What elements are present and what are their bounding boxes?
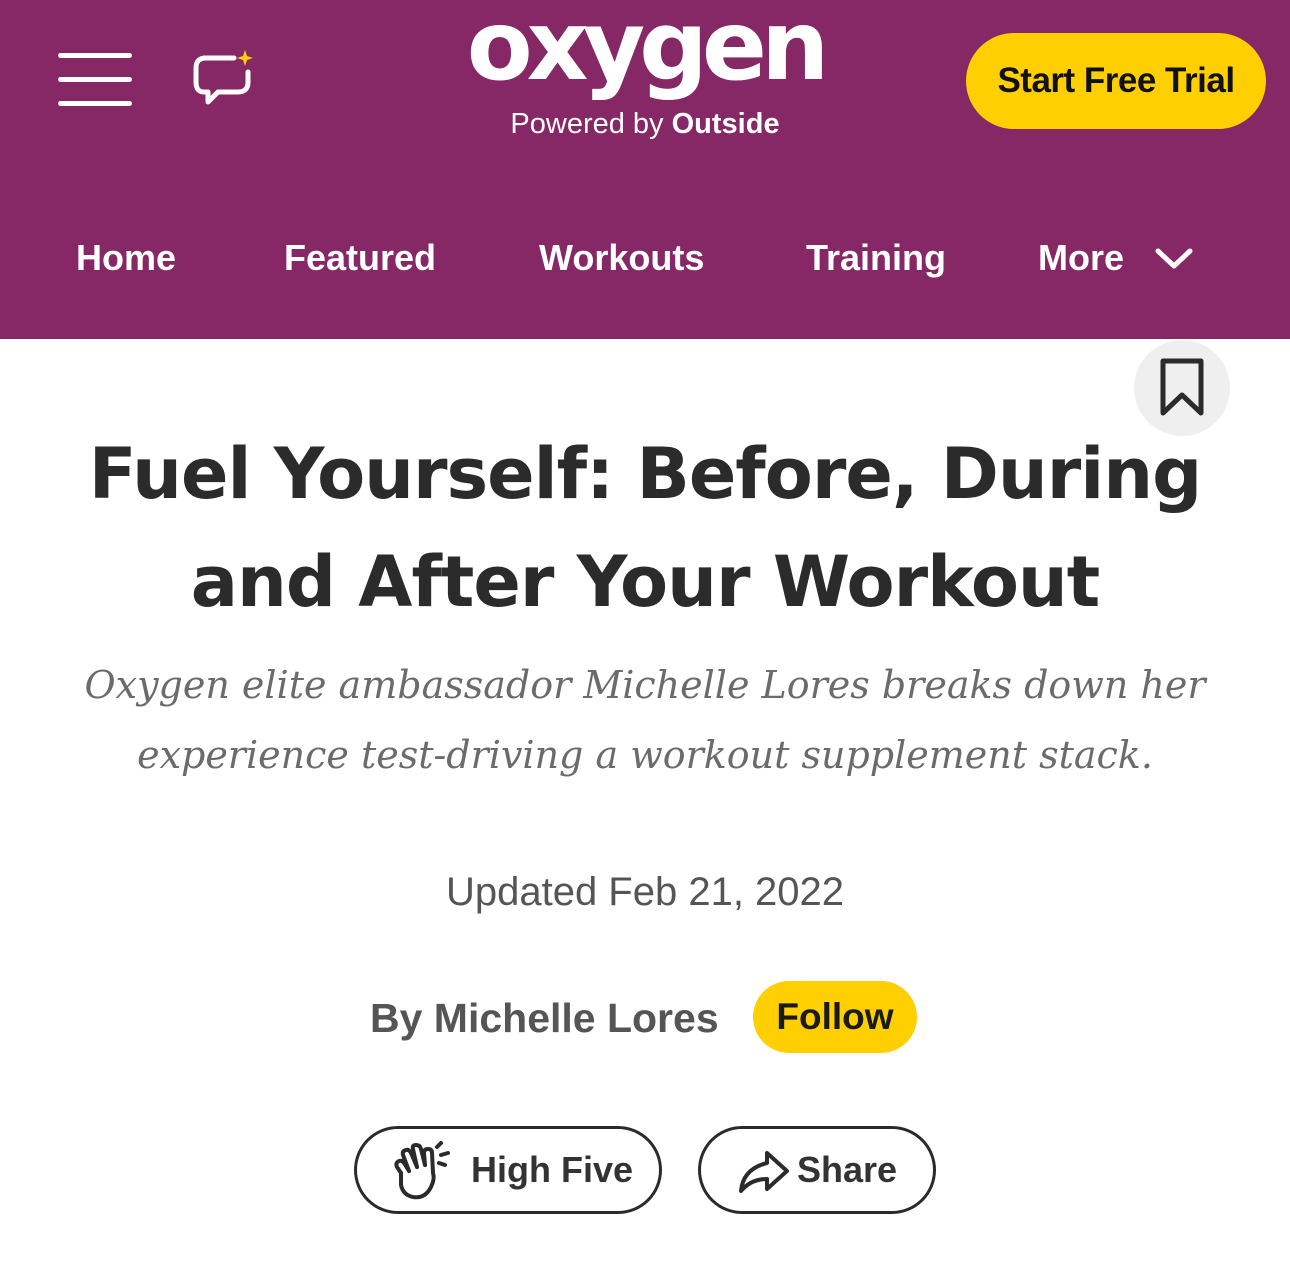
bookmark-icon [1160, 358, 1204, 416]
article-subtitle: Oxygen elite ambassador Michelle Lores b… [84, 663, 1206, 777]
powered-by-name: Outside [671, 108, 780, 140]
updated-date: Updated Feb 21, 2022 [445, 870, 845, 914]
high-five-icon [394, 1141, 450, 1200]
hamburger-menu-icon-bar [58, 101, 132, 106]
start-free-trial-button[interactable]: Start Free Trial [966, 33, 1266, 129]
follow-button[interactable]: Follow [753, 981, 917, 1053]
chevron-down-icon [1155, 248, 1193, 269]
high-five-label: High Five [471, 1149, 634, 1190]
brand[interactable]: oxygen Powered by Outside [420, 0, 870, 150]
nav-item-home[interactable]: Home [76, 226, 176, 290]
chat-button[interactable] [190, 48, 260, 110]
hamburger-menu-icon [58, 53, 132, 58]
share-button[interactable]: Share [698, 1126, 936, 1214]
powered-by-prefix: Powered by [510, 108, 664, 140]
high-five-button[interactable]: High Five [354, 1126, 662, 1214]
nav-item-workouts[interactable]: Workouts [539, 226, 704, 290]
site-header: oxygen Powered by Outside Start Free Tri… [0, 0, 1290, 339]
brand-logo: oxygen [466, 0, 830, 102]
main-nav: Home Featured Workouts Training More [0, 226, 1290, 290]
powered-by: Powered by Outside [420, 104, 870, 144]
nav-item-featured[interactable]: Featured [284, 226, 436, 290]
share-icon [739, 1151, 789, 1193]
menu-button[interactable] [58, 50, 134, 110]
author-byline[interactable]: By Michelle Lores [370, 990, 719, 1046]
nav-item-more[interactable]: More [1038, 226, 1193, 290]
hamburger-menu-icon-bar [58, 77, 132, 82]
nav-item-more-label: More [1038, 237, 1125, 278]
article-title: Fuel Yourself: Before, During and After … [88, 433, 1202, 623]
chat-sparkle-icon [193, 50, 253, 105]
share-label: Share [797, 1149, 898, 1190]
nav-item-training[interactable]: Training [806, 226, 946, 290]
